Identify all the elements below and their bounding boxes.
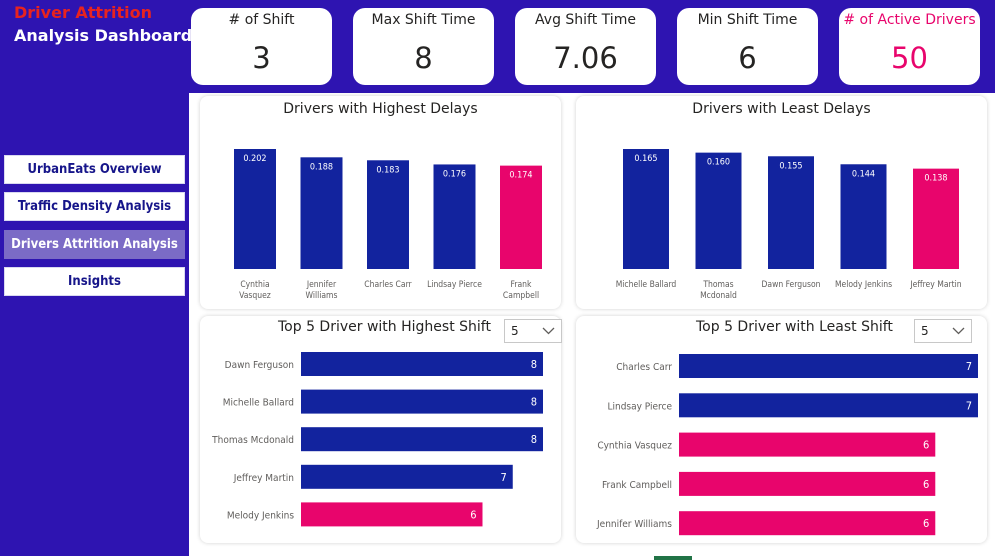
dashboard: Driver Attrition Analysis Dashboard Urba… [0, 0, 1001, 560]
category-label: Cynthia [240, 280, 269, 290]
category-label: Jeffrey Martin [909, 280, 961, 290]
data-label: 0.144 [852, 169, 875, 179]
chart-bar [679, 511, 936, 536]
kpi-label: Min Shift Time [697, 12, 798, 28]
chart-bar [679, 471, 936, 496]
category-label: Jennifer [306, 280, 337, 290]
category-label: Melody Jenkins [835, 280, 892, 290]
category-label: Dawn Ferguson [762, 280, 821, 290]
chart-bar [840, 164, 887, 269]
category-label: Charles Carr [616, 362, 672, 373]
category-label: Lindsay Pierce [427, 280, 482, 290]
highest-delays-chart: 0.202 CynthiaVasquez 0.188 JenniferWilliams… [234, 149, 542, 301]
chart-bar [679, 432, 936, 457]
dashboard-title-line2: Analysis Dashboard [14, 26, 193, 45]
least-shift-panel: Top 5 Driver with Least Shift 5 7 Charles… [576, 316, 987, 543]
page-edge [995, 0, 1001, 560]
highest-shift-panel: Top 5 Driver with Highest Shift 5 8 Dawn … [200, 316, 562, 543]
category-label: Dawn Ferguson [225, 360, 294, 371]
data-label: 8 [531, 396, 537, 409]
data-label: 0.202 [243, 154, 266, 164]
category-label: Mcdonald [700, 291, 737, 301]
data-label: 0.183 [376, 165, 399, 175]
data-label: 7 [966, 360, 972, 373]
nav-traffic-density-analysis[interactable]: Traffic Density Analysis [4, 192, 185, 221]
chart-bar [679, 354, 978, 378]
data-label: 0.188 [310, 162, 333, 172]
chart-bar [623, 149, 669, 269]
data-label: 0.176 [443, 169, 466, 179]
dashboard-title-line1: Driver Attrition [14, 3, 152, 22]
kpi-label: # of Shift [228, 12, 295, 28]
data-label: 0.165 [634, 154, 657, 164]
data-label: 0.155 [779, 161, 802, 171]
chart-bar [301, 502, 483, 527]
kpi-card-avg-shift-time: Avg Shift Time 7.06 [515, 8, 656, 85]
kpi-card-active-drivers: # of Active Drivers 50 [839, 8, 980, 85]
category-label: Frank Campbell [602, 480, 672, 491]
least-delays-chart: 0.165 Michelle Ballard 0.160 ThomasMcdonald… [616, 149, 962, 301]
nav-urbaneats-overview[interactable]: UrbanEats Overview [4, 155, 185, 184]
category-label: Melody Jenkins [227, 510, 295, 521]
chart-bar [679, 393, 978, 418]
chart-bar [300, 157, 343, 269]
data-label: 0.160 [707, 158, 730, 168]
data-label: 8 [531, 433, 537, 446]
chart-bar [500, 165, 542, 269]
chart-bar [301, 427, 543, 452]
category-label: Frank [511, 280, 532, 290]
nav-insights[interactable]: Insights [4, 267, 185, 296]
kpi-label: Avg Shift Time [535, 12, 636, 28]
chart-bar [768, 156, 814, 269]
chart-bar [234, 149, 276, 269]
category-label: Cynthia Vasquez [597, 441, 672, 452]
highest-delays-panel: Drivers with Highest Delays 0.202 Cynthia… [200, 96, 561, 309]
category-label: Michelle Ballard [223, 398, 294, 409]
kpi-card-shift-count: # of Shift 3 [191, 8, 332, 85]
data-label: 0.138 [924, 174, 947, 184]
active-page-tab-marker [654, 556, 692, 560]
chart-bar [301, 464, 513, 489]
least-delays-panel: Drivers with Least Delays 0.165 Michelle … [576, 96, 987, 309]
least-shift-chart: 7 Charles Carr 7 Lindsay Pierce 6 Cynthia Vas… [596, 354, 978, 536]
chart-bar [695, 152, 742, 269]
data-label: 0.174 [509, 171, 532, 181]
data-label: 6 [923, 478, 929, 491]
kpi-label: # of Active Drivers [843, 12, 976, 28]
data-label: 6 [923, 439, 929, 452]
category-label: Campbell [503, 291, 539, 301]
chart-bar [301, 352, 543, 376]
category-label: Thomas [702, 280, 733, 290]
highest-shift-chart: 8 Dawn Ferguson 8 Michelle Ballard 8 Thomas M… [211, 352, 543, 527]
category-label: Charles Carr [364, 280, 412, 290]
kpi-value: 6 [738, 41, 757, 75]
chart-bar [367, 160, 409, 269]
kpi-card-min-shift-time: Min Shift Time 6 [677, 8, 818, 85]
chart-bar [301, 389, 543, 414]
data-label: 7 [966, 399, 972, 412]
category-label: Michelle Ballard [616, 280, 677, 290]
category-label: Vasquez [239, 291, 271, 301]
category-label: Thomas Mcdonald [211, 435, 294, 446]
chart-bar [433, 164, 476, 269]
category-label: Lindsay Pierce [607, 401, 672, 412]
data-label: 6 [470, 508, 476, 521]
data-label: 8 [531, 358, 537, 371]
category-label: Jennifer Williams [596, 519, 672, 530]
chart-bar [913, 168, 959, 269]
kpi-value: 7.06 [553, 41, 618, 75]
kpi-value: 3 [252, 41, 271, 75]
category-label: Jeffrey Martin [233, 473, 294, 484]
kpi-value: 8 [414, 41, 433, 75]
category-label: Williams [306, 291, 338, 301]
kpi-value: 50 [891, 41, 928, 75]
nav-drivers-attrition-analysis[interactable]: Drivers Attrition Analysis [4, 230, 185, 259]
kpi-card-max-shift-time: Max Shift Time 8 [353, 8, 494, 85]
page-tab-strip [0, 556, 1001, 560]
kpi-label: Max Shift Time [371, 12, 476, 28]
data-label: 7 [500, 471, 506, 484]
data-label: 6 [923, 517, 929, 530]
